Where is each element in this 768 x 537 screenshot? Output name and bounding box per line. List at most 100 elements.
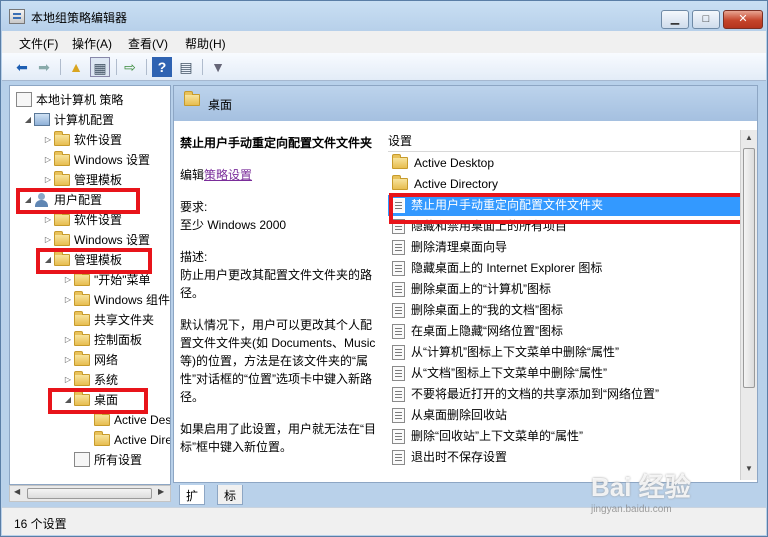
list-item[interactable]: 删除“回收站”上下文菜单的“属性” [388, 426, 740, 447]
tab-standard[interactable]: 标准 [217, 485, 244, 520]
tree-item-network[interactable]: ▷ 网络 [62, 350, 118, 370]
up-folder-icon[interactable]: ▲ [66, 57, 86, 77]
list-item[interactable]: 在桌面上隐藏“网络位置”图标 [388, 321, 740, 342]
list-item-label: 从“文档”图标上下文菜单中删除“属性” [411, 366, 607, 380]
show-hide-tree-icon[interactable]: ▦ [90, 57, 110, 77]
menu-file[interactable]: 文件(F) [19, 35, 58, 52]
list-item[interactable]: 删除清理桌面向导 [388, 237, 740, 258]
tree-item-local-computer-policy[interactable]: 本地计算机 策略 [16, 90, 123, 110]
close-button[interactable]: ✕ [723, 10, 763, 29]
tree-item-software-settings[interactable]: ▷ 软件设置 [42, 130, 122, 150]
filter-icon[interactable]: ▼ [208, 57, 228, 77]
requirements: 要求: 至少 Windows 2000 [180, 198, 380, 234]
watermark-brand: Bai 经验 [591, 472, 691, 502]
column-header-setting[interactable]: 设置 [388, 130, 740, 152]
status-text: 16 个设置 [14, 517, 67, 531]
minimize-button[interactable]: ▁ [661, 10, 689, 29]
tree-label: 系统 [94, 373, 119, 387]
list-item[interactable]: 删除桌面上的“我的文档”图标 [388, 300, 740, 321]
policy-icon [16, 92, 32, 107]
tree-item-active-directory[interactable]: Active Directory [94, 430, 171, 450]
list-item-label: 在桌面上隐藏“网络位置”图标 [411, 324, 563, 338]
menu-view[interactable]: 查看(V) [128, 35, 168, 52]
tree-item-user-windows-settings[interactable]: ▷ Windows 设置 [42, 230, 150, 250]
scroll-right-arrow-icon[interactable]: ▶ [158, 487, 164, 496]
setting-icon [392, 450, 405, 465]
toolbar-separator [60, 59, 61, 75]
collapsed-triangle-icon[interactable]: ▷ [62, 330, 74, 350]
tree-item-windows-settings[interactable]: ▷ Windows 设置 [42, 150, 150, 170]
list-item[interactable]: 删除桌面上的“计算机”图标 [388, 279, 740, 300]
menu-help[interactable]: 帮助(H) [185, 35, 226, 52]
window-title: 本地组策略编辑器 [31, 11, 128, 25]
list-item-label: 删除桌面上的“计算机”图标 [411, 282, 551, 296]
list-item-label: 退出时不保存设置 [411, 450, 508, 464]
description-text: 防止用户更改其配置文件文件夹的路径。 [180, 268, 373, 300]
folder-icon [54, 171, 70, 186]
list-item[interactable]: 退出时不保存设置 [388, 447, 740, 468]
highlight-admin-templates [36, 248, 152, 274]
collapsed-triangle-icon[interactable]: ▷ [62, 370, 74, 390]
folder-icon [74, 351, 90, 366]
tree-item-all-settings[interactable]: 所有设置 [74, 450, 142, 470]
back-arrow-icon[interactable]: ⬅ [12, 57, 32, 77]
pane-header: 桌面 [174, 86, 757, 121]
collapsed-triangle-icon[interactable]: ▷ [42, 130, 54, 150]
baidu-watermark: Bai 经验 jingyan.baidu.com [591, 467, 761, 527]
toolbar: ⬅ ➡ ▲ ▦ ⇨ ? ▤ ▼ [2, 53, 766, 81]
tree-label: "开始"菜单 [94, 273, 151, 287]
list-item[interactable]: 从桌面删除回收站 [388, 405, 740, 426]
scroll-thumb[interactable] [27, 488, 152, 499]
scroll-up-arrow-icon[interactable]: ▲ [745, 133, 753, 142]
scroll-thumb[interactable] [743, 148, 755, 388]
list-item-label: 删除桌面上的“我的文档”图标 [411, 303, 563, 317]
edit-policy-link[interactable]: 策略设置 [204, 168, 252, 182]
help-icon[interactable]: ? [152, 57, 172, 77]
setting-icon [392, 366, 405, 381]
scroll-left-arrow-icon[interactable]: ◀ [14, 487, 20, 496]
highlight-selected-setting [389, 193, 747, 224]
properties-icon[interactable]: ▤ [176, 57, 196, 77]
tab-extended[interactable]: 扩展 [179, 485, 206, 520]
folder-icon [392, 154, 408, 169]
tree-item-control-panel[interactable]: ▷ 控制面板 [62, 330, 142, 350]
requirements-label: 要求: [180, 200, 208, 214]
folder-icon [94, 411, 110, 426]
policy-name: 禁止用户手动重定向配置文件文件夹 [180, 136, 373, 150]
list-vertical-scrollbar[interactable]: ▲ ▼ [740, 130, 757, 480]
list-item[interactable]: 从“文档”图标上下文菜单中删除“属性” [388, 363, 740, 384]
list-item[interactable]: 从“计算机”图标上下文菜单中删除“属性” [388, 342, 740, 363]
tree-label: 所有设置 [94, 453, 143, 467]
tree-item-windows-components[interactable]: ▷ Windows 组件 [62, 290, 170, 310]
setting-icon [392, 282, 405, 297]
folder-icon [74, 311, 90, 326]
tree-item-admin-templates[interactable]: ▷ 管理模板 [42, 170, 122, 190]
collapsed-triangle-icon[interactable]: ▷ [62, 350, 74, 370]
policy-editor-icon [9, 9, 25, 24]
collapsed-triangle-icon[interactable]: ▷ [42, 170, 54, 190]
collapsed-triangle-icon[interactable]: ▷ [62, 290, 74, 310]
tree-label: Active Directory [114, 433, 171, 447]
tree-item-shared-folders[interactable]: 共享文件夹 [74, 310, 154, 330]
list-item[interactable]: 隐藏桌面上的 Internet Explorer 图标 [388, 258, 740, 279]
list-item[interactable]: 不要将最近打开的文档的共享添加到“网络位置” [388, 384, 740, 405]
setting-icon [392, 261, 405, 276]
expanded-triangle-icon[interactable]: ◢ [22, 110, 34, 130]
menu-action[interactable]: 操作(A) [72, 35, 112, 52]
collapsed-triangle-icon[interactable]: ▷ [42, 150, 54, 170]
maximize-button[interactable]: □ [692, 10, 720, 29]
list-item[interactable]: Active Directory [388, 174, 740, 195]
forward-arrow-icon[interactable]: ➡ [34, 57, 54, 77]
list-item-label: 从“计算机”图标上下文菜单中删除“属性” [411, 345, 619, 359]
watermark-url: jingyan.baidu.com [591, 504, 672, 515]
pane-title: 桌面 [208, 98, 233, 112]
tree-item-system[interactable]: ▷ 系统 [62, 370, 118, 390]
tree-label: Active Desktop [114, 413, 171, 427]
export-list-icon[interactable]: ⇨ [120, 57, 140, 77]
list-item[interactable]: Active Desktop [388, 153, 740, 174]
collapsed-triangle-icon[interactable]: ▷ [42, 230, 54, 250]
setting-icon [392, 303, 405, 318]
tree-horizontal-scrollbar[interactable]: ◀ ▶ [9, 485, 171, 502]
settings-icon [74, 452, 90, 467]
tree-item-computer-config[interactable]: ◢ 计算机配置 [22, 110, 114, 130]
